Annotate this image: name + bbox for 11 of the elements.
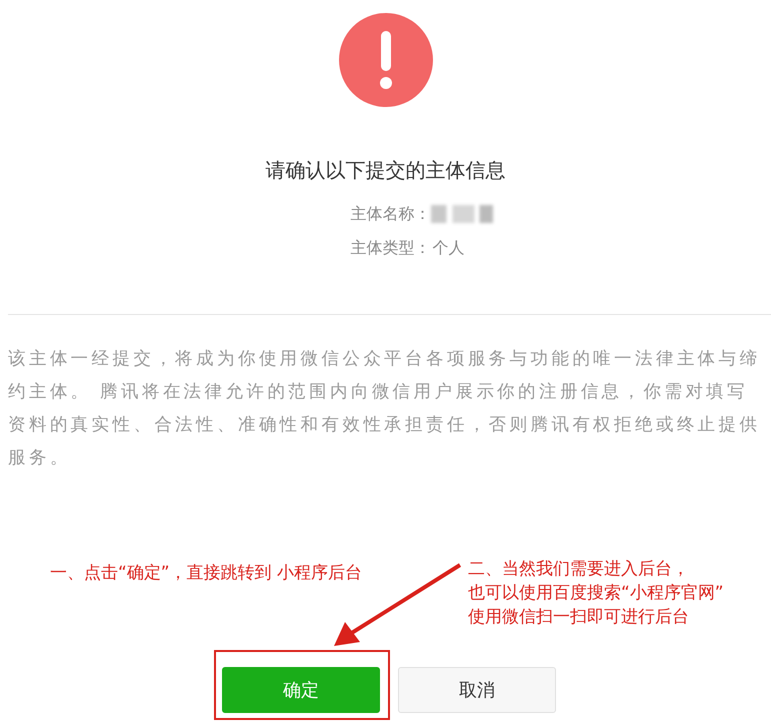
dialog-title: 请确认以下提交的主体信息 bbox=[266, 157, 506, 184]
field-label: 主体名称： bbox=[350, 204, 430, 224]
field-value: 个人 bbox=[432, 238, 464, 258]
warning-icon bbox=[338, 13, 432, 107]
notice-text: 该主体一经提交，将成为你使用微信公众平台各项服务与功能的唯一法律主体与缔约主体。 腾讯将在法律允许的范围内向微信用户展示你的注册信息，你需对填写资料的真实性、合法性、准确性和有效性承担责任，否则腾讯有权拒绝或终止提供服务。 bbox=[8, 348, 762, 470]
annotation-text: 二、当然我们需要进入后台， bbox=[468, 558, 690, 581]
field-label: 主体类型： bbox=[350, 238, 430, 258]
annotation-text: 使用微信扫一扫即可进行后台 bbox=[468, 606, 690, 629]
cancel-button[interactable]: 取消 bbox=[398, 667, 556, 713]
annotation-text: 也可以使用百度搜索“小程序官网” bbox=[468, 582, 724, 605]
annotation-text: 一、点击“确定”，直接跳转到 小程序后台 bbox=[50, 562, 362, 585]
